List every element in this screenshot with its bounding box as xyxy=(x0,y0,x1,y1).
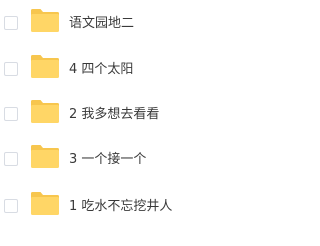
file-row[interactable]: 2 我多想去看看 xyxy=(0,95,267,135)
folder-icon xyxy=(30,54,60,79)
file-row[interactable]: 3 一个接一个 xyxy=(0,140,267,180)
row-checkbox[interactable] xyxy=(4,62,18,76)
folder-icon xyxy=(30,191,60,216)
row-checkbox[interactable] xyxy=(4,107,18,121)
file-name[interactable]: 1 吃水不忘挖井人 xyxy=(69,197,172,217)
file-name[interactable]: 3 一个接一个 xyxy=(69,150,146,170)
row-checkbox[interactable] xyxy=(4,152,18,166)
file-row[interactable]: 1 吃水不忘挖井人 xyxy=(0,187,267,227)
row-checkbox[interactable] xyxy=(4,199,18,213)
file-name[interactable]: 语文园地二 xyxy=(69,14,134,34)
folder-icon xyxy=(30,144,60,169)
file-list: 语文园地二 4 四个太阳 2 我多想去看看 3 一个接一个 1 吃水不忘挖井人 xyxy=(0,0,267,246)
folder-icon xyxy=(30,8,60,33)
file-row[interactable]: 4 四个太阳 xyxy=(0,50,267,90)
file-name[interactable]: 4 四个太阳 xyxy=(69,60,133,80)
folder-icon xyxy=(30,99,60,124)
file-row[interactable]: 语文园地二 xyxy=(0,4,267,44)
row-checkbox[interactable] xyxy=(4,16,18,30)
file-name[interactable]: 2 我多想去看看 xyxy=(69,105,159,125)
